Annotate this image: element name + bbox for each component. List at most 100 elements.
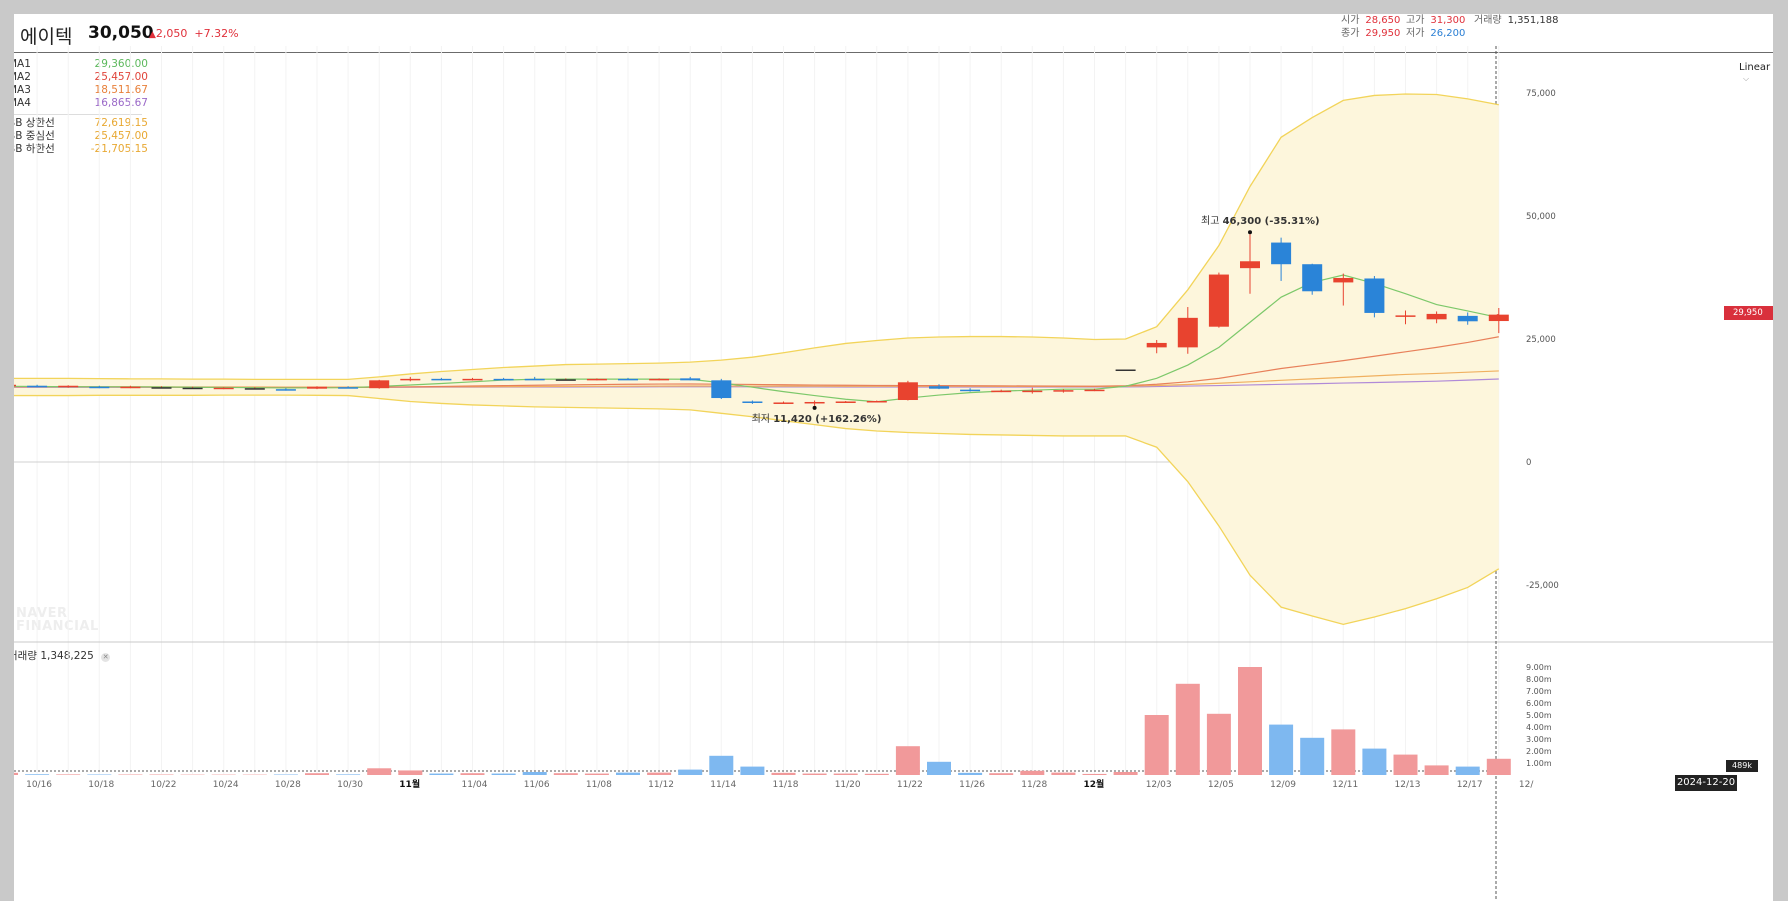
candle-body — [742, 401, 763, 403]
candle-body — [369, 380, 390, 389]
volume-tick-label: 1.00m — [1526, 759, 1552, 768]
date-tick-label: 12/09 — [1270, 780, 1296, 790]
candle-body — [462, 378, 483, 381]
date-tick-label: 11/26 — [959, 780, 985, 790]
price-tick-label: 75,000 — [1526, 89, 1556, 99]
max-value: 46,300 (-35.31%) — [1223, 216, 1320, 227]
date-tick-label: 11/18 — [773, 780, 799, 790]
candle-body — [586, 378, 607, 381]
volume-bar — [1424, 765, 1449, 775]
date-tick-label: 11/04 — [462, 780, 488, 790]
volume-bar — [709, 755, 734, 775]
candle-body — [680, 378, 701, 381]
volume-bar — [1144, 715, 1169, 775]
date-tick-label: 11월 — [399, 778, 420, 790]
date-tick-label: 12/03 — [1146, 780, 1172, 790]
min-annotation: 최저 11,420 (+162.26%) — [752, 413, 882, 425]
candle-body — [307, 386, 327, 389]
candle-body — [835, 401, 856, 403]
volume-bar — [802, 773, 827, 775]
volume-bar — [1393, 754, 1418, 775]
candle-body — [182, 387, 203, 390]
volume-tick-label: 5.00m — [1526, 711, 1552, 720]
min-marker — [812, 405, 817, 410]
volume-tick-label: 3.00m — [1526, 735, 1552, 744]
candle-body — [275, 389, 296, 391]
date-tick-label: 11/28 — [1021, 780, 1047, 790]
date-tick-label: 11/14 — [710, 780, 736, 790]
candle-body — [804, 401, 825, 404]
price-tick-label: 25,000 — [1526, 335, 1556, 345]
candle-body — [1115, 369, 1136, 372]
date-tick-label: 10/18 — [88, 780, 114, 790]
volume-bar — [460, 773, 485, 775]
volume-bar — [616, 772, 640, 775]
candle-body — [711, 380, 732, 399]
volume-bar — [305, 773, 329, 775]
candle-body — [1364, 278, 1385, 313]
candle-body — [1240, 261, 1260, 269]
volume-bar — [584, 773, 609, 775]
candle-body — [555, 379, 576, 381]
date-tick-label: 11/22 — [897, 780, 923, 790]
price-tick-label: 50,000 — [1526, 212, 1556, 222]
date-tick-label: 12/17 — [1457, 780, 1483, 790]
candle-body — [1333, 277, 1354, 283]
min-label: 최저 — [752, 413, 774, 425]
volume-tick-label: 6.00m — [1526, 699, 1552, 708]
date-tick-label: 11/08 — [586, 780, 612, 790]
crosshair-date-label: 2024-12-20 — [1675, 775, 1737, 791]
volume-bar — [1051, 772, 1076, 775]
volume-bar — [429, 773, 454, 775]
candle-body — [1053, 390, 1074, 392]
volume-tick-label: 7.00m — [1526, 687, 1552, 696]
date-tick-label: 10/16 — [26, 780, 52, 790]
volume-tick-label: 8.00m — [1526, 675, 1552, 684]
date-tick-label: 11/06 — [524, 780, 550, 790]
candle-body — [493, 378, 514, 381]
volume-bar — [864, 773, 889, 775]
volume-bar — [1206, 713, 1231, 775]
last-price-marker: 29,950 — [1724, 306, 1773, 320]
candle-body — [618, 378, 638, 381]
volume-tick-label: 9.00m — [1526, 663, 1552, 672]
candle-body — [58, 385, 79, 388]
volume-bar — [895, 746, 920, 775]
volume-bar — [833, 773, 858, 775]
chart-window: 에이텍 30,050 ▲2,050 +7.32% 시가 28,650 종가 29,9… — [14, 14, 1773, 901]
candle-body — [400, 378, 421, 381]
min-value: 11,420 (+162.26%) — [773, 414, 881, 425]
candle-body — [14, 384, 16, 387]
volume-bar — [740, 766, 765, 775]
candle-body — [1084, 389, 1105, 392]
date-tick-label: 10/30 — [337, 780, 363, 790]
date-tick-label: 12/13 — [1395, 780, 1421, 790]
volume-bar — [647, 772, 672, 775]
candle-body — [27, 385, 48, 388]
date-tick-label: 12/11 — [1332, 780, 1358, 790]
candle-body — [1146, 342, 1167, 348]
date-tick-label: 10/28 — [275, 780, 301, 790]
candle-body — [1457, 315, 1478, 322]
volume-bar — [678, 769, 703, 775]
volume-bar — [491, 773, 516, 775]
candle-body — [1395, 315, 1416, 317]
volume-bar — [56, 774, 81, 775]
candle-body — [1302, 264, 1323, 292]
volume-bar — [367, 768, 392, 775]
volume-bar — [336, 774, 361, 775]
max-annotation: 최고 46,300 (-35.31%) — [1201, 215, 1320, 227]
candle-body — [89, 386, 110, 389]
candle-body — [1208, 274, 1229, 327]
volume-bar — [1238, 667, 1262, 775]
price-tick-label: 0 — [1526, 458, 1531, 468]
price-volume-chart[interactable]: 최고 46,300 (-35.31%) 최저 11,420 (+162.26%) 7… — [14, 14, 1773, 901]
candle-body — [213, 387, 234, 390]
last-volume-marker: 489k — [1726, 760, 1758, 772]
max-label: 최고 — [1201, 215, 1223, 227]
candle-body — [151, 387, 172, 389]
volume-bar — [1175, 683, 1200, 775]
candle-body — [929, 386, 949, 389]
volume-tick-label: 2.00m — [1526, 747, 1552, 756]
price-tick-label: -25,000 — [1526, 581, 1559, 591]
